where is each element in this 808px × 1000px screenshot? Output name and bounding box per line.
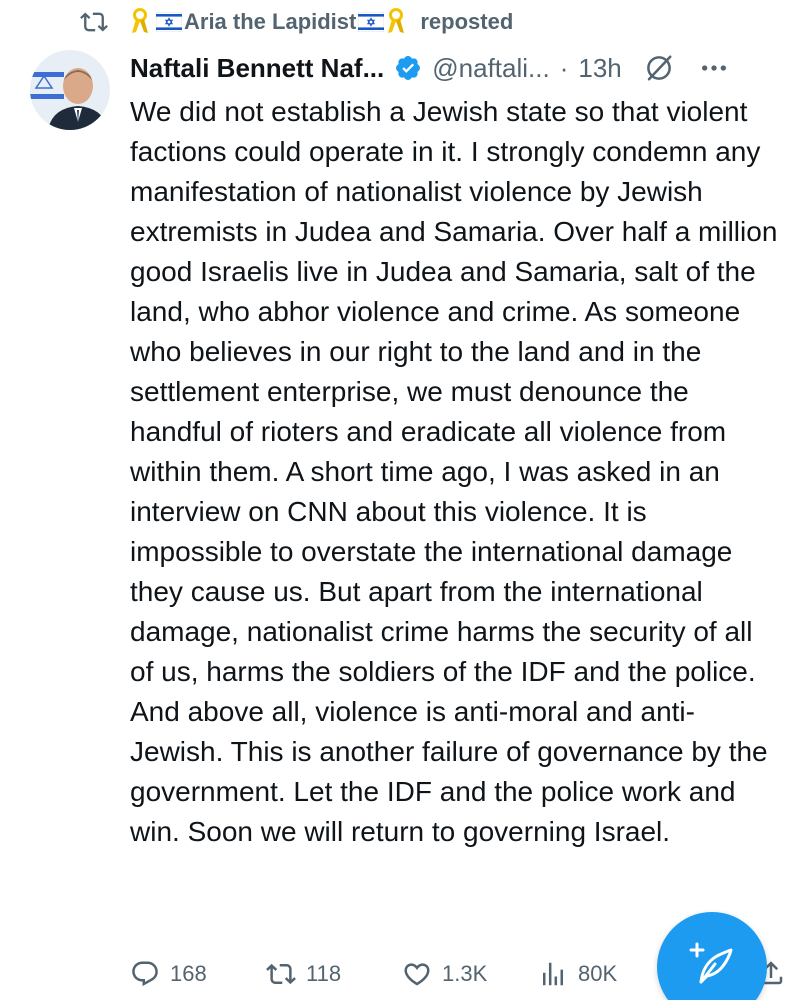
tweet-text: We did not establish a Jewish state so t…	[130, 96, 778, 847]
avatar[interactable]	[30, 50, 110, 130]
repost-banner[interactable]: Aria the Lapidist reposted	[80, 6, 513, 38]
repost-label: reposted	[420, 9, 514, 34]
repost-count: 118	[306, 961, 342, 986]
yellow-ribbon-icon	[388, 8, 405, 33]
verified-badge-icon	[396, 56, 421, 80]
repost-icon	[266, 963, 296, 985]
author-handle[interactable]: @naftali...	[432, 53, 549, 84]
reply-button[interactable]: 168	[130, 959, 266, 989]
reposter-name[interactable]: Aria the Lapidist	[184, 9, 356, 35]
yellow-ribbon-icon	[132, 8, 148, 33]
views-button[interactable]: 80K	[538, 959, 668, 989]
tweet-header: Naftali Bennett Naf... @naftali... · 13h	[130, 48, 778, 88]
compose-post-button[interactable]	[657, 912, 767, 1000]
grok-icon[interactable]	[644, 53, 674, 83]
avatar-image	[30, 50, 110, 130]
like-count: 1.3K	[442, 961, 488, 986]
repost-button[interactable]: 118	[266, 959, 402, 989]
like-button[interactable]: 1.3K	[402, 959, 538, 989]
repost-icon	[80, 12, 108, 32]
view-count: 80K	[578, 961, 618, 986]
action-bar: 168 118 1.3K 80K	[130, 952, 668, 996]
heart-icon	[404, 963, 430, 986]
israel-flag-icon	[156, 12, 182, 32]
reply-icon	[132, 961, 158, 987]
reply-count: 168	[170, 961, 207, 986]
israel-flag-icon	[358, 12, 385, 32]
author-name[interactable]: Naftali Bennett Naf...	[130, 53, 384, 84]
compose-post-icon	[689, 942, 733, 984]
views-icon	[543, 962, 563, 986]
post-time[interactable]: 13h	[578, 53, 621, 84]
more-icon[interactable]	[698, 52, 730, 84]
separator-dot: ·	[559, 52, 569, 83]
